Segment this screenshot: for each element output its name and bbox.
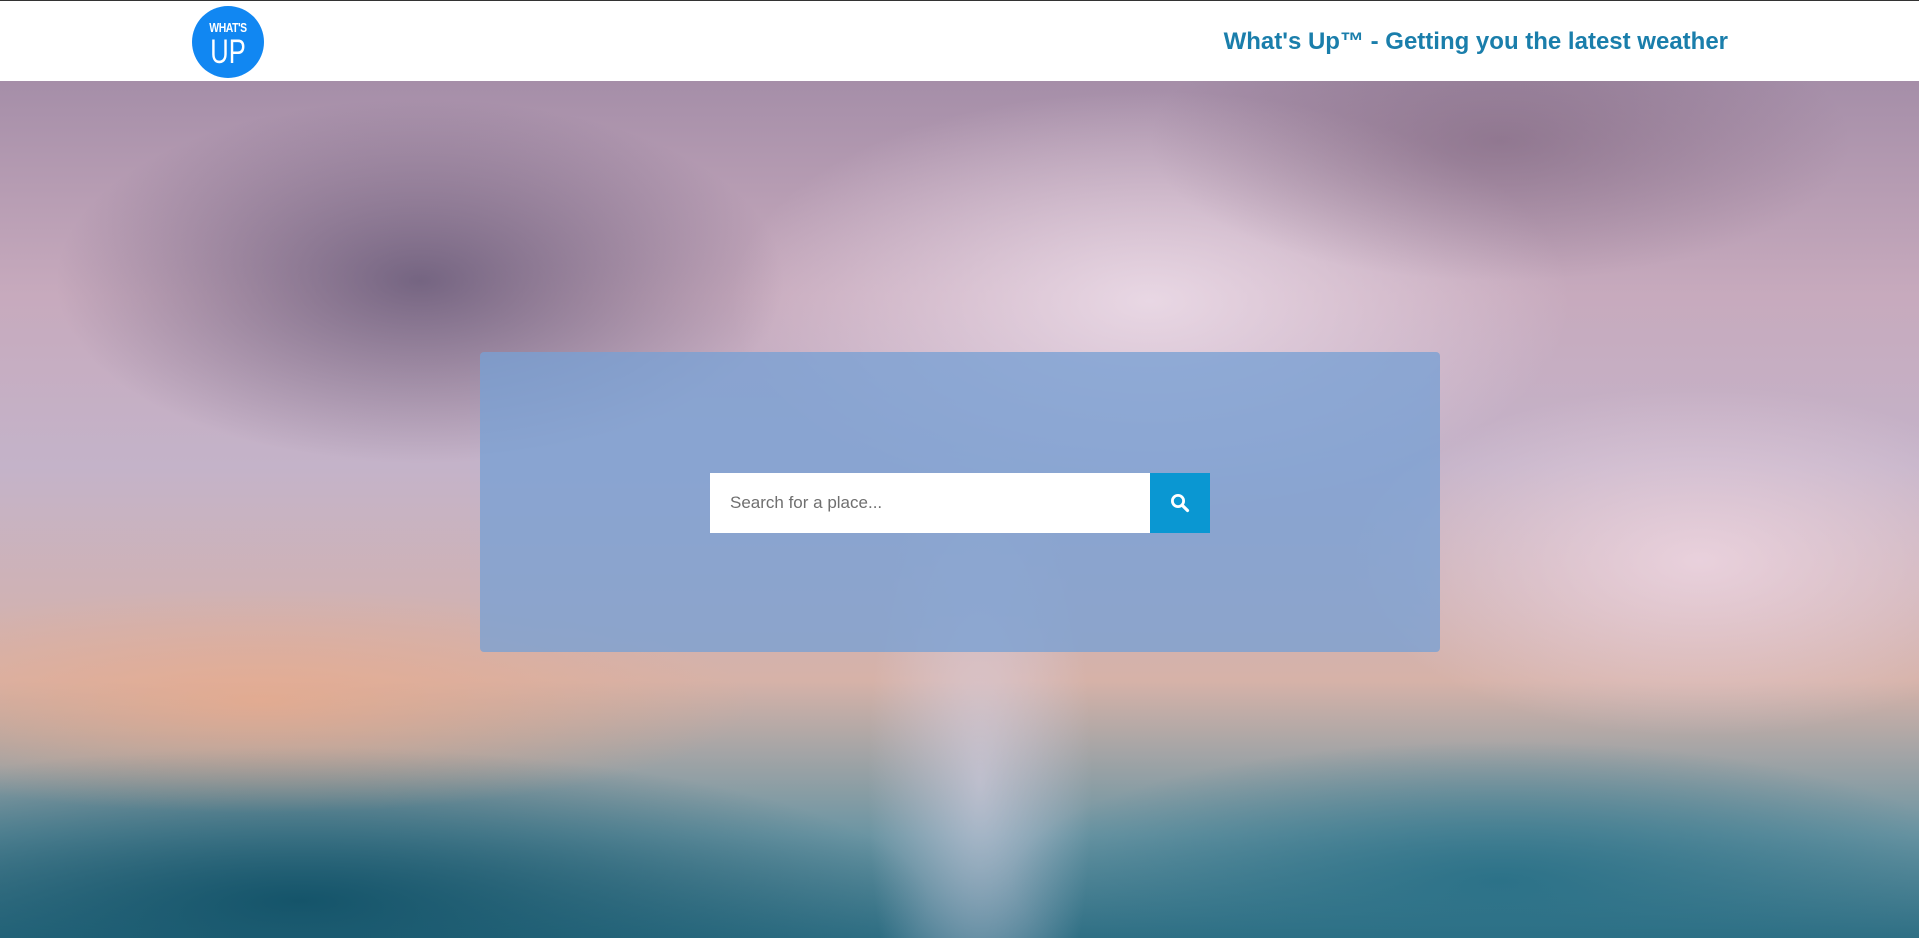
search-button[interactable]: [1150, 473, 1210, 533]
search-input[interactable]: [710, 473, 1150, 533]
logo-text-line2: UP: [210, 33, 246, 71]
search-icon: [1171, 494, 1190, 513]
site-header: WHAT'S UP What's Up™ - Getting you the l…: [0, 1, 1919, 81]
site-tagline: What's Up™ - Getting you the latest weat…: [1223, 28, 1728, 55]
whats-up-logo[interactable]: WHAT'S UP: [192, 6, 264, 78]
